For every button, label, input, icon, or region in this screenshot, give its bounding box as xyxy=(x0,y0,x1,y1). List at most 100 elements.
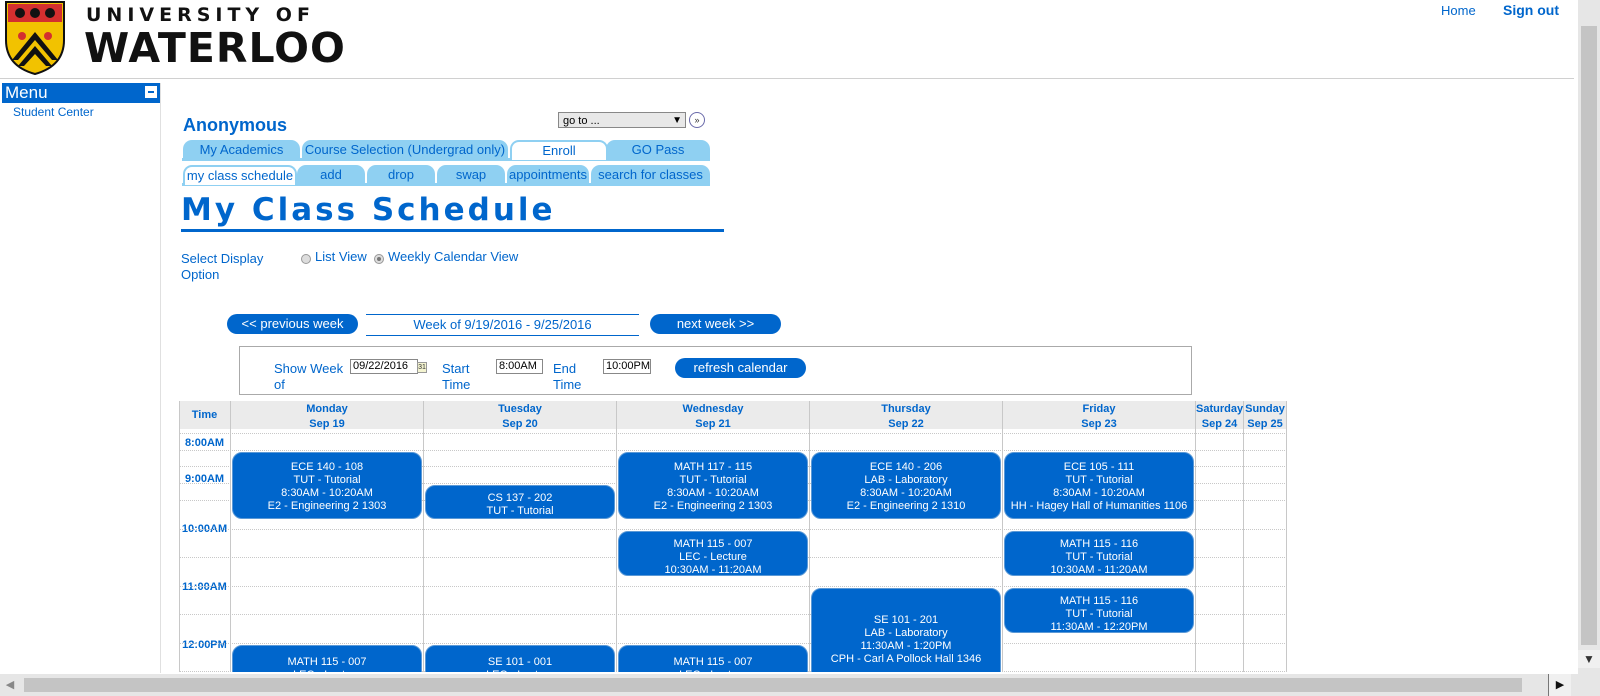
class-event[interactable]: ECE 105 - 111 TUT - Tutorial 8:30AM - 10:2… xyxy=(1004,452,1194,519)
tab-drop[interactable]: drop xyxy=(367,165,435,185)
goto-select[interactable]: go to ... ▼ xyxy=(558,112,686,128)
event-details: MATH 115 - 007LEC - Lecture xyxy=(233,656,421,672)
logo-text-line1: UNIVERSITY OF xyxy=(86,4,315,26)
tab-my-class-schedule[interactable]: my class schedule xyxy=(183,165,297,185)
tab-go-pass[interactable]: GO Pass xyxy=(606,140,710,160)
event-line: MATH 115 - 007 xyxy=(673,656,753,668)
tab-appointments[interactable]: appointments xyxy=(507,165,589,185)
event-line: ECE 140 - 206 xyxy=(869,461,943,473)
day-date: Sep 19 xyxy=(309,418,345,430)
sign-out-link[interactable]: Sign out xyxy=(1503,2,1559,18)
logo-text-line2: WATERLOO xyxy=(84,24,346,72)
tab-course-selection[interactable]: Course Selection (Undergrad only) xyxy=(302,140,508,160)
class-event[interactable]: CS 137 - 202TUT - Tutorial9:30AM - 10:20… xyxy=(425,485,615,519)
display-option-label: Select Display Option xyxy=(181,251,264,282)
class-event[interactable]: MATH 115 - 116 TUT - Tutorial 11:30AM - 12… xyxy=(1004,588,1194,633)
end-time-input[interactable]: 10:00PM xyxy=(603,359,651,374)
home-link[interactable]: Home xyxy=(1441,3,1476,18)
scroll-left-arrow-icon[interactable]: ◀ xyxy=(0,674,20,696)
show-week-label: Show Week of xyxy=(274,361,344,392)
day-date: Sep 22 xyxy=(888,418,924,430)
grid-line xyxy=(179,529,1287,530)
event-line: HH - Hagey Hall of Humanities 1106 xyxy=(1010,500,1188,512)
tab-swap[interactable]: swap xyxy=(437,165,505,185)
goto-select-value: go to ... xyxy=(563,115,600,127)
day-name: Thursday xyxy=(881,403,931,415)
calendar-icon[interactable]: 31 xyxy=(417,362,427,373)
tab-enroll[interactable]: Enroll xyxy=(510,140,608,160)
class-event[interactable]: SE 101 - 201 LAB - Laboratory 11:30AM - 1:… xyxy=(811,588,1001,672)
event-line: 11:30AM - 12:20PM xyxy=(1050,621,1148,633)
class-event[interactable]: MATH 117 - 115 TUT - Tutorial 8:30AM - 10:… xyxy=(618,452,808,519)
show-week-input[interactable]: 09/22/2016 xyxy=(350,359,418,374)
day-name: Monday xyxy=(306,403,348,415)
class-event[interactable]: SE 101 - 001LEC - Lecture xyxy=(425,645,615,672)
event-details: SE 101 - 201 LAB - Laboratory 11:30AM - 1:… xyxy=(812,614,1000,666)
header-divider xyxy=(0,78,1574,79)
event-line: LAB - Laboratory xyxy=(864,627,948,639)
day-header-friday: Friday Sep 23 xyxy=(1003,401,1196,430)
event-line: MATH 115 - 007 xyxy=(673,538,753,550)
day-header-wednesday: Wednesday Sep 21 xyxy=(617,401,810,430)
column-divider xyxy=(616,401,617,672)
event-line: SE 101 - 001 xyxy=(487,656,553,668)
sidebar-divider xyxy=(160,83,161,673)
event-line: 8:30AM - 10:20AM xyxy=(1053,487,1145,499)
day-date: Sep 25 xyxy=(1247,418,1283,430)
event-line: E2 - Engineering 2 1310 xyxy=(846,500,966,512)
list-view-label[interactable]: List View xyxy=(315,249,367,264)
tab-search-for-classes[interactable]: search for classes xyxy=(591,165,710,185)
crest-icon xyxy=(5,1,65,76)
grid-line xyxy=(179,586,1287,587)
vertical-scroll-thumb[interactable] xyxy=(1581,26,1597,645)
goto-button[interactable]: » xyxy=(689,112,705,128)
grid-line xyxy=(179,433,1287,434)
time-label: 12:00PM xyxy=(182,639,227,651)
class-event[interactable]: MATH 115 - 007LEC - Lecture xyxy=(618,645,808,672)
refresh-calendar-button[interactable]: refresh calendar xyxy=(675,358,806,378)
sidebar-menu-header: Menu xyxy=(2,83,160,103)
class-event[interactable]: ECE 140 - 206 LAB - Laboratory 8:30AM - 10… xyxy=(811,452,1001,519)
time-label: 8:00AM xyxy=(184,437,225,449)
weekly-calendar-view-label[interactable]: Weekly Calendar View xyxy=(388,249,518,264)
event-line: TUT - Tutorial xyxy=(293,474,361,486)
column-divider xyxy=(423,401,424,672)
collapse-icon[interactable] xyxy=(145,86,157,98)
class-event[interactable]: MATH 115 - 116 TUT - Tutorial 10:30AM - 11… xyxy=(1004,531,1194,576)
horizontal-scroll-thumb[interactable] xyxy=(24,678,1522,692)
event-details: ECE 105 - 111 TUT - Tutorial 8:30AM - 10:2… xyxy=(1005,461,1193,513)
column-divider xyxy=(809,401,810,672)
sidebar-item-student-center[interactable]: Student Center xyxy=(13,105,94,119)
list-view-radio[interactable] xyxy=(301,254,311,264)
grid-line xyxy=(179,643,1287,644)
day-date: Sep 23 xyxy=(1081,418,1117,430)
tab-my-academics[interactable]: My Academics xyxy=(183,140,300,160)
next-week-button[interactable]: next week >> xyxy=(650,314,781,334)
event-line: ECE 140 - 108 xyxy=(290,461,364,473)
event-details: CS 137 - 202TUT - Tutorial9:30AM - 10:20… xyxy=(426,492,614,518)
event-details: MATH 115 - 007LEC - Lecture xyxy=(619,656,807,672)
class-event[interactable]: MATH 115 - 007 LEC - Lecture 10:30AM - 11:… xyxy=(618,531,808,576)
class-event[interactable]: ECE 140 - 108 TUT - Tutorial 8:30AM - 10:2… xyxy=(232,452,422,519)
scroll-down-arrow-icon[interactable]: ▼ xyxy=(1578,650,1600,668)
day-header-saturday: Saturday Sep 24 xyxy=(1196,401,1244,430)
column-divider xyxy=(1286,401,1287,672)
event-details: MATH 115 - 116 TUT - Tutorial 11:30AM - 12… xyxy=(1005,595,1193,633)
scrollbar-corner xyxy=(1578,674,1600,696)
event-line: MATH 117 - 115 xyxy=(673,461,753,473)
event-line: TUT - Tutorial xyxy=(1065,608,1133,620)
day-header-thursday: Thursday Sep 22 xyxy=(810,401,1003,430)
class-event[interactable]: MATH 115 - 007LEC - Lecture xyxy=(232,645,422,672)
start-time-input[interactable]: 8:00AM xyxy=(496,359,543,374)
day-header-tuesday: Tuesday Sep 20 xyxy=(424,401,617,430)
scroll-right-arrow-icon[interactable]: ▶ xyxy=(1548,674,1571,696)
horizontal-scrollbar[interactable]: ◀ ▶ xyxy=(0,674,1578,696)
vertical-scrollbar[interactable]: ▼ xyxy=(1578,0,1600,674)
weekly-calendar-view-radio[interactable] xyxy=(374,254,384,264)
event-line: TUT - Tutorial xyxy=(486,505,554,517)
column-divider xyxy=(179,401,180,672)
event-line: 8:30AM - 10:20AM xyxy=(281,487,373,499)
column-divider xyxy=(230,401,231,672)
tab-add[interactable]: add xyxy=(297,165,365,185)
previous-week-button[interactable]: << previous week xyxy=(227,314,358,334)
